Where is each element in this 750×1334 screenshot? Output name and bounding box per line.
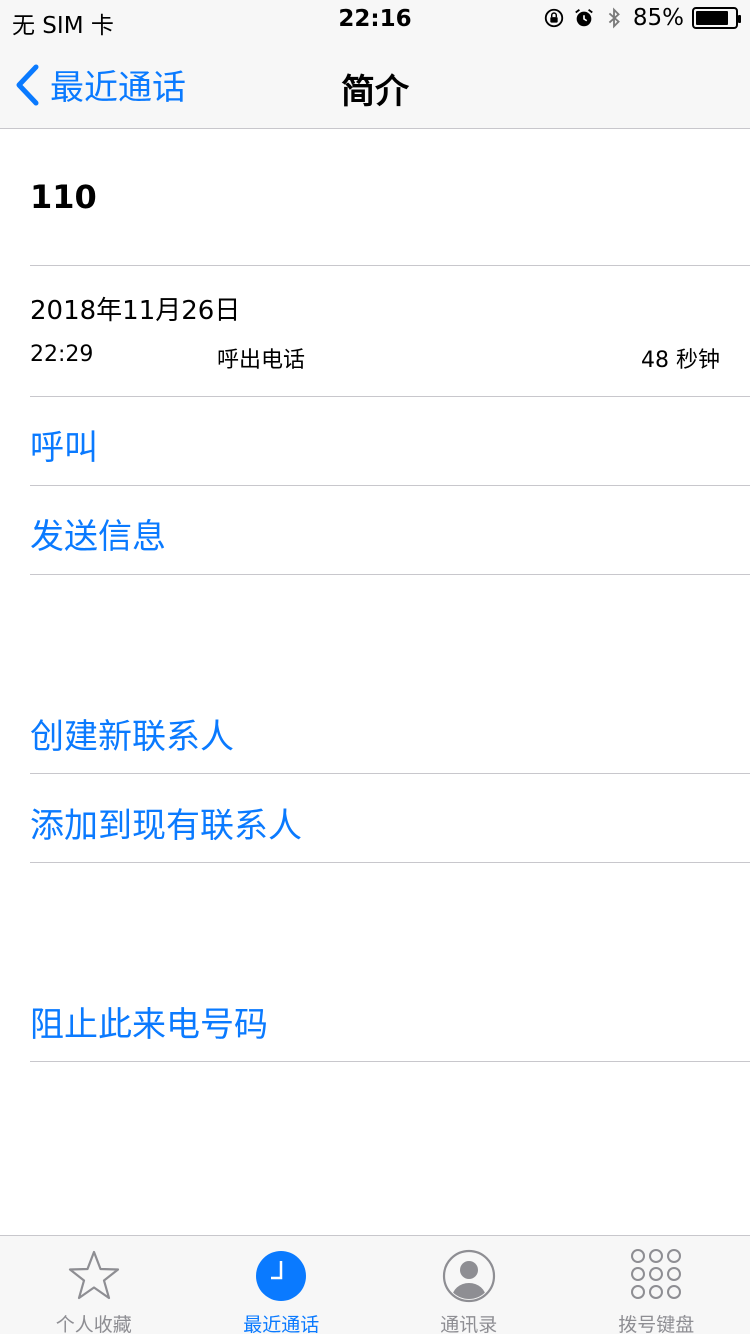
bluetooth-icon xyxy=(608,7,620,29)
separator xyxy=(30,1061,750,1062)
call-date: 2018年11月26日 xyxy=(30,296,241,326)
call-button[interactable]: 呼叫 xyxy=(30,420,98,469)
tab-label: 个人收藏 xyxy=(55,1314,132,1334)
battery-percent: 85% xyxy=(632,5,684,31)
status-bar: 无 SIM 卡 22:16 85% xyxy=(0,0,750,40)
call-type: 呼出电话 xyxy=(217,348,306,373)
tab-label: 最近通话 xyxy=(243,1314,320,1334)
separator xyxy=(30,862,750,863)
page-title: 简介 xyxy=(341,72,409,112)
separator xyxy=(30,265,750,266)
tab-keypad[interactable]: 拨号键盘 xyxy=(563,1236,750,1334)
battery-icon xyxy=(692,7,741,29)
send-message-button[interactable]: 发送信息 xyxy=(30,509,166,558)
separator xyxy=(30,574,750,575)
tab-contacts[interactable]: 通讯录 xyxy=(375,1236,563,1334)
separator xyxy=(30,396,750,397)
separator xyxy=(30,485,750,486)
add-to-existing-contact-button[interactable]: 添加到现有联系人 xyxy=(30,798,302,847)
star-icon xyxy=(68,1250,119,1300)
tab-label: 通讯录 xyxy=(440,1314,498,1334)
keypad-icon xyxy=(631,1249,682,1299)
alarm-icon xyxy=(575,9,593,27)
call-time: 22:29 xyxy=(30,342,94,367)
call-duration: 48 秒钟 xyxy=(641,348,720,373)
separator xyxy=(30,773,750,774)
clock-icon xyxy=(256,1251,307,1301)
phone-number: 110 xyxy=(30,178,97,216)
navigation-bar: 最近通话 简介 xyxy=(0,40,750,129)
status-right-group: 85% xyxy=(543,5,741,31)
block-caller-button[interactable]: 阻止此来电号码 xyxy=(30,997,268,1046)
person-icon xyxy=(442,1249,495,1303)
tab-recents[interactable]: 最近通话 xyxy=(188,1236,376,1334)
tab-bar: 个人收藏 最近通话 通讯录 拨号键盘 xyxy=(0,1235,750,1334)
orientation-lock-icon xyxy=(544,8,564,28)
phone-screen: 无 SIM 卡 22:16 85% 最近通话 简介 110 2018年11月26… xyxy=(0,0,750,1334)
tab-favorites[interactable]: 个人收藏 xyxy=(0,1236,188,1334)
tab-label: 拨号键盘 xyxy=(618,1314,695,1334)
battery-fill xyxy=(696,11,729,25)
create-contact-button[interactable]: 创建新联系人 xyxy=(30,709,234,758)
